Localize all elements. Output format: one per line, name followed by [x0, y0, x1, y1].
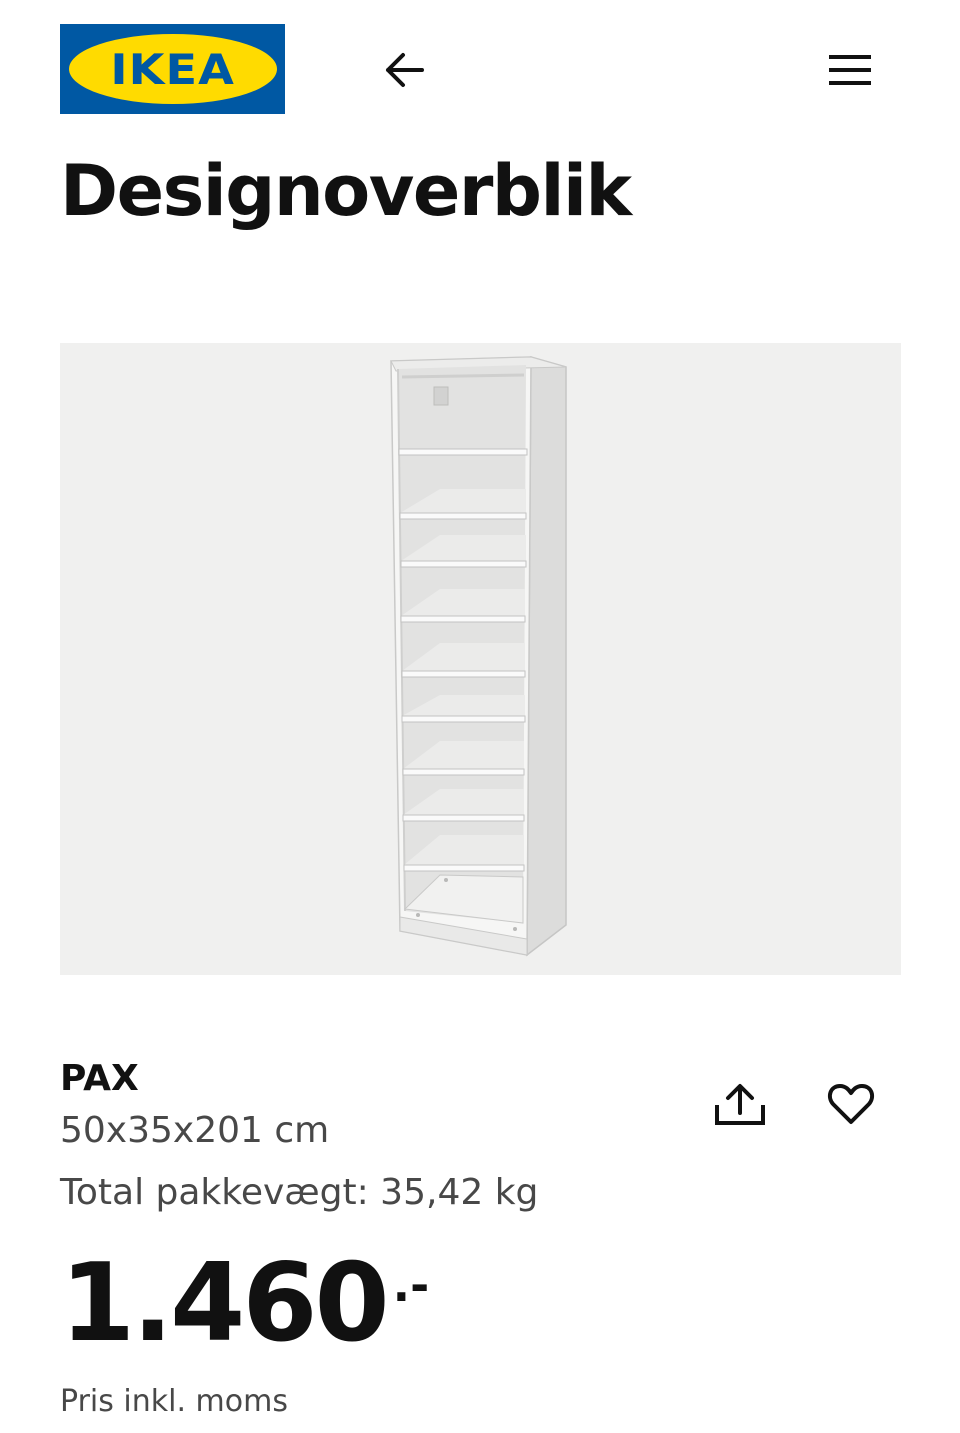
arrow-left-icon: [386, 53, 424, 87]
ikea-logo[interactable]: IKEA: [60, 24, 285, 114]
price-vat-note: Pris inkl. moms: [60, 1384, 288, 1419]
page-title: Designoverblik: [60, 150, 632, 232]
heart-icon: [827, 1084, 875, 1124]
price-suffix: .-: [392, 1258, 430, 1312]
favorite-button[interactable]: [818, 1072, 884, 1136]
menu-button[interactable]: [818, 40, 882, 100]
product-name[interactable]: PAX: [60, 1058, 139, 1099]
product-image[interactable]: [60, 343, 901, 975]
product-weight: Total pakkevægt: 35,42 kg: [60, 1172, 539, 1213]
price-integer: 1.460: [60, 1241, 390, 1366]
share-upload-icon: [715, 1084, 765, 1125]
ikea-logo-oval: IKEA: [68, 34, 277, 104]
share-button[interactable]: [706, 1072, 774, 1136]
ikea-logo-text: IKEA: [110, 44, 235, 94]
product-price: 1.460 .-: [60, 1250, 429, 1358]
shelves: [398, 448, 528, 872]
product-dimensions: 50x35x201 cm: [60, 1110, 330, 1151]
pax-wardrobe-illustration: [390, 356, 567, 957]
hamburger-menu-icon: [829, 55, 871, 85]
header: IKEA: [0, 0, 960, 140]
back-button[interactable]: [372, 40, 436, 100]
